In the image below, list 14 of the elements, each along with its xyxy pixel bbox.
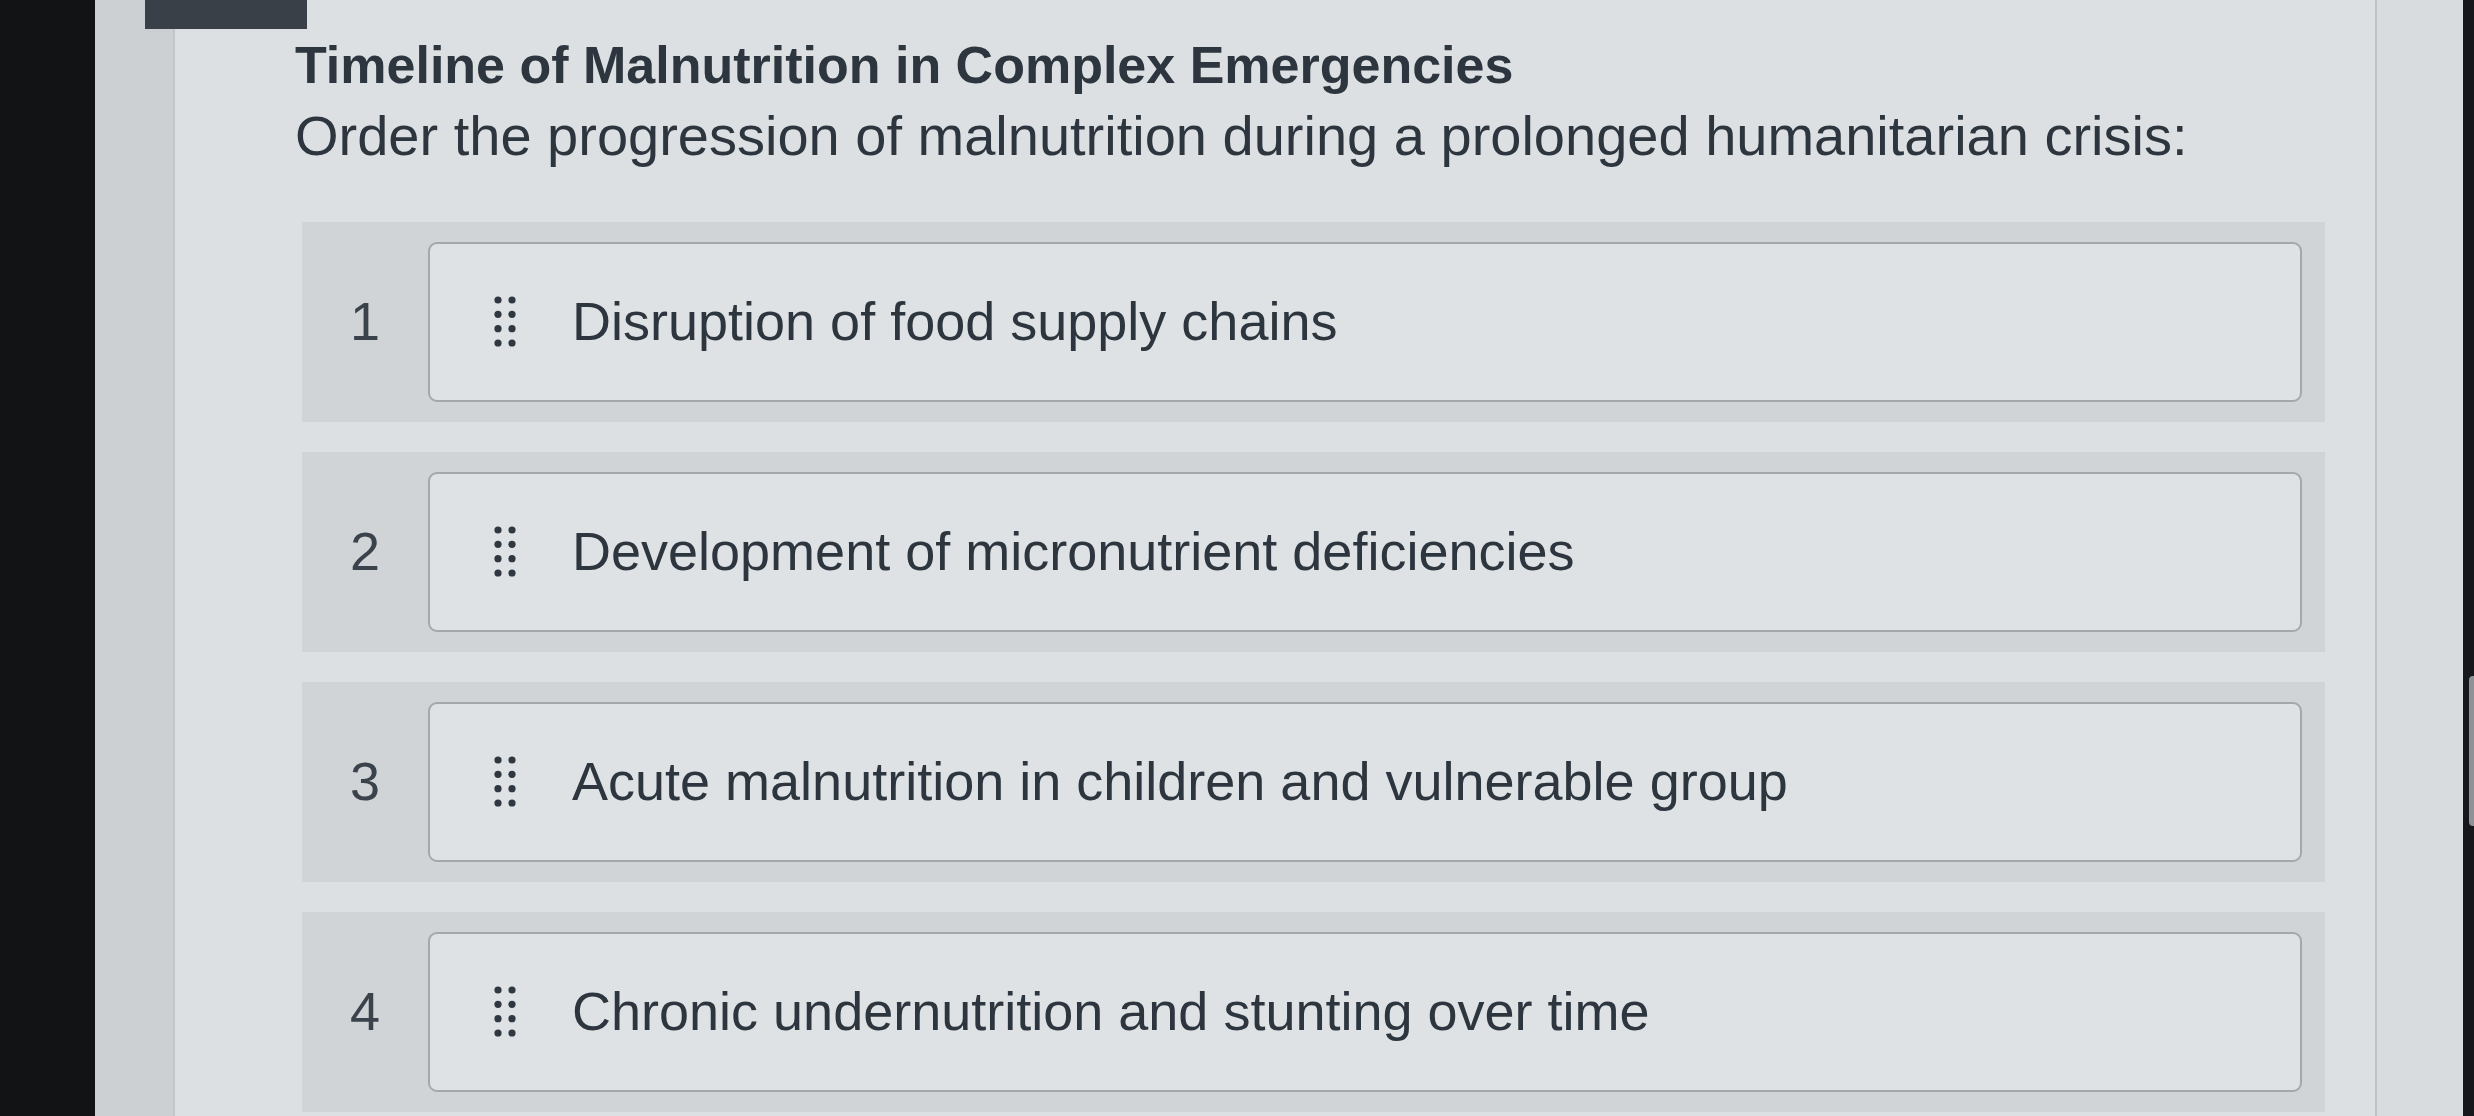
- drag-handle-icon[interactable]: [494, 986, 516, 1038]
- drag-handle-icon[interactable]: [494, 756, 516, 808]
- draggable-answer[interactable]: Chronic undernutrition and stunting over time: [428, 931, 2302, 1092]
- draggable-answer[interactable]: Development of micronutrient deficiencies: [428, 471, 2302, 632]
- position-number: 1: [349, 290, 380, 354]
- position-number: 2: [349, 520, 380, 584]
- draggable-answer[interactable]: Acute malnutrition in children and vulnerable group: [428, 701, 2302, 862]
- position-number: 4: [349, 980, 380, 1044]
- question-prompt: Order the progression of malnutrition during a prolonged humanitarian crisis:: [295, 103, 2189, 170]
- drag-handle-icon[interactable]: [494, 296, 516, 348]
- question-title: Timeline of Malnutrition in Complex Emergencies: [295, 35, 1515, 96]
- draggable-answer[interactable]: Disruption of food supply chains: [428, 241, 2302, 402]
- drag-handle-icon[interactable]: [494, 526, 516, 578]
- position-number: 3: [349, 750, 380, 814]
